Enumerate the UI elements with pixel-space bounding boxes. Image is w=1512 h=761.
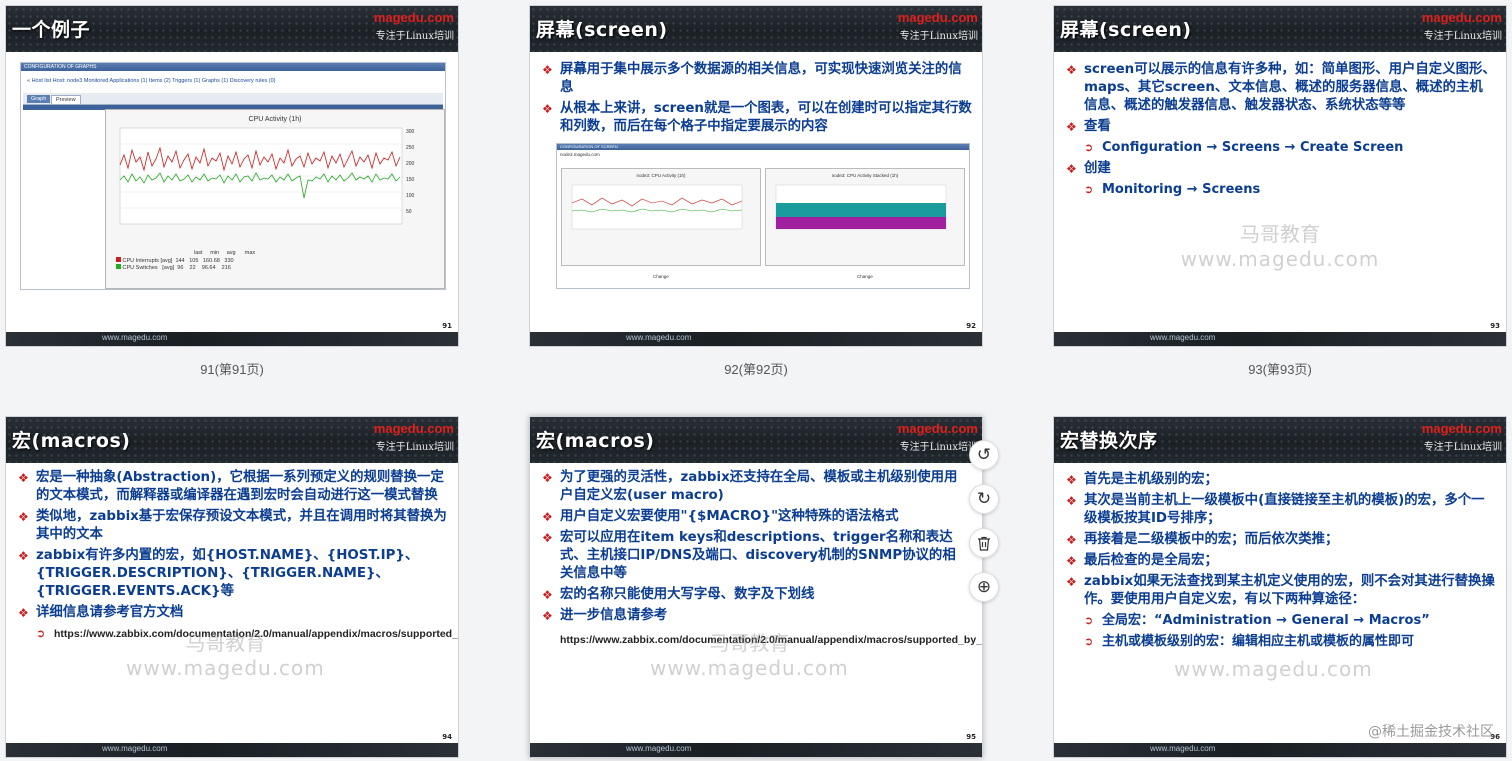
watermark: 马哥教育 www.magedu.com <box>1180 222 1380 271</box>
brand-logo: magedu.com 专注于Linux培训 <box>1421 421 1502 453</box>
page-number: 92 <box>966 322 976 330</box>
slide-title: 宏替换次序 <box>1060 430 1158 452</box>
slide-card: 屏幕(screen) magedu.com 专注于Linux培训 ❖ 屏幕用于集中… <box>529 5 983 347</box>
page-number: 94 <box>442 733 452 741</box>
page-number: 95 <box>966 733 976 741</box>
rotate-right-icon: ↻ <box>976 489 992 509</box>
slide-caption: 91(第91页) <box>200 362 264 377</box>
bullet-item: ❖ 屏幕用于集中展示多个数据源的相关信息，可实现快速浏览关注的信息 <box>542 62 962 95</box>
bullet-item: ❖ zabbix如果无法查找到某主机定义使用的宏，则不会对其进行替换操作。要使用用… <box>1066 574 1495 607</box>
slide-card: 一个例子 magedu.com 专注于Linux培训 CONFIGURATION… <box>5 5 459 347</box>
slide-header: 一个例子 magedu.com 专注于Linux培训 <box>6 6 458 52</box>
rotate-right-button[interactable]: ↻ <box>969 484 999 514</box>
site-credit: @稀土掘金技术社区 <box>1368 724 1494 740</box>
sub-bullet-item: ➲ Configuration → Screens → Create Screen <box>1084 140 1404 155</box>
bullet-item: ❖ 查看 <box>1066 119 1111 134</box>
add-button[interactable]: ⊕ <box>969 572 999 602</box>
bullet-item: ❖ 为了更强的灵活性，zabbix还支持在全局、模板或主机级别使用用户自定义宏(u… <box>542 470 958 503</box>
watermark: 马哥教育 www.magedu.com <box>650 631 849 680</box>
bullet-item: ❖ 再接着是二级模板中的宏；而后依次类推； <box>1066 532 1339 547</box>
bullet-item: ❖ 首先是主机级别的宏； <box>1066 472 1218 487</box>
sub-bullet-item: ➲ 全局宏：“Administration → General → Macros” <box>1084 613 1430 628</box>
bullet-item: ❖ 从根本上来讲，screen就是一个图表，可以在创建时可以指定其行数和列数，而后… <box>542 101 972 134</box>
slide-card: 宏替换次序 magedu.com 专注于Linux培训 ❖ 首先是主机级别的宏； … <box>1053 416 1507 758</box>
page-number: 91 <box>442 322 452 330</box>
slide-header: 屏幕(screen) magedu.com 专注于Linux培训 <box>530 6 982 52</box>
slide-header: 屏幕(screen) magedu.com 专注于Linux培训 <box>1054 6 1506 52</box>
bullet-item: ❖ 创建 <box>1066 161 1111 176</box>
page-number: 93 <box>1490 322 1500 330</box>
tab-graph: Graph <box>27 95 51 103</box>
brand-logo: magedu.com 专注于Linux培训 <box>373 10 454 42</box>
bullet-item: ❖ 宏的名称只能使用大写字母、数字及下划线 <box>542 587 815 602</box>
slide-header: 宏(macros) magedu.com 专注于Linux培训 <box>6 417 458 463</box>
slide-content: ❖ 屏幕用于集中展示多个数据源的相关信息，可实现快速浏览关注的信息 ❖ 从根本上来讲… <box>540 61 972 139</box>
slide-content: ❖ 宏是一种抽象(Abstraction)，它根据一系列预定义的规则替换一定的文本… <box>16 469 458 646</box>
y-axis-ticks: 300 250 200 150 100 50 <box>406 129 415 215</box>
brand-logo: magedu.com 专注于Linux培训 <box>897 421 978 453</box>
slide-title: 屏幕(screen) <box>1060 19 1192 41</box>
bullet-item: ❖ 类似地，zabbix基于宏保存预设文本模式，并且在调用时将其替换为其中的文本 <box>18 509 447 542</box>
tab-preview: Preview <box>51 95 81 105</box>
brand-logo: magedu.com 专注于Linux培训 <box>1421 10 1502 42</box>
slide-caption: 92(第92页) <box>724 362 788 377</box>
bullet-item: ❖ 用户自定义宏要使用"{$MACRO}"这种特殊的语法格式 <box>542 509 899 524</box>
bullet-item: ❖ 进一步信息请参考 <box>542 608 668 623</box>
slide-content: ❖ 为了更强的灵活性，zabbix还支持在全局、模板或主机级别使用用户自定义宏(u… <box>540 469 982 648</box>
slide-card: 宏(macros) magedu.com 专注于Linux培训 ❖ 为了更强的灵活… <box>529 416 983 758</box>
zabbix-screen-screenshot: CONFIGURATION OF SCREEN node3.magedu.com… <box>556 143 970 289</box>
bullet-item: ❖ 其次是当前主机上一级模板中(直接链接至主机的模板)的宏，多个一级模板按其ID号… <box>1066 493 1485 526</box>
slide-footer: www.magedu.com <box>530 743 982 757</box>
slide-title: 宏(macros) <box>12 430 131 452</box>
sub-bullet-item: ➲ 主机或模板级别的宏：编辑相应主机或模板的属性即可 <box>1084 634 1415 649</box>
add-icon: ⊕ <box>976 577 992 597</box>
slide-header: 宏(macros) magedu.com 专注于Linux培训 <box>530 417 982 463</box>
slide-card: 宏(macros) magedu.com 专注于Linux培训 ❖ 宏是一种抽象(… <box>5 416 459 758</box>
bullet-item: ❖ screen可以展示的信息有许多种，如：简单图形、用户自定义图形、maps、其… <box>1066 62 1496 113</box>
legend-row: CPU Interrupts [avg] 144 105 160.68 330 <box>116 257 234 264</box>
slide-footer: www.magedu.com <box>6 332 458 346</box>
slide-caption: 93(第93页) <box>1248 362 1312 377</box>
watermark: www.magedu.com <box>1174 657 1373 681</box>
slide-title: 宏(macros) <box>536 430 655 452</box>
slide-card: 屏幕(screen) magedu.com 专注于Linux培训 ❖ screen… <box>1053 5 1507 347</box>
bullet-item: ❖ 宏可以应用在item keys和descriptions、trigger名称和… <box>542 530 956 581</box>
slide-title: 一个例子 <box>12 19 91 41</box>
graph-panel: CPU Activity (1h) 300 250 200 150 100 50… <box>105 109 445 289</box>
slide-content: ❖ screen可以展示的信息有许多种，如：简单图形、用户自定义图形、maps、其… <box>1064 61 1496 202</box>
breadcrumb: « Host list Host: node3 Monitored Applic… <box>27 78 276 84</box>
slide-footer: www.magedu.com <box>1054 743 1506 757</box>
rotate-left-button[interactable]: ↺ <box>969 440 999 470</box>
slide-grid: 一个例子 magedu.com 专注于Linux培训 CONFIGURATION… <box>0 0 1512 761</box>
sub-bullet-item: ➲ Monitoring → Screens <box>1084 182 1261 197</box>
slide-footer: www.magedu.com <box>530 332 982 346</box>
screen-cell-right: node3: CPU Activity Stacked (1h) <box>765 168 965 266</box>
bullet-item: ❖ 详细信息请参考官方文档 <box>18 605 184 620</box>
zabbix-graph-screenshot: CONFIGURATION OF GRAPHS « Host list Host… <box>20 62 446 290</box>
slide-content: ❖ 首先是主机级别的宏； ❖ 其次是当前主机上一级模板中(直接链接至主机的模板)的宏… <box>1064 471 1496 654</box>
slide-footer: www.magedu.com <box>6 743 458 757</box>
bullet-item: ❖ 最后检查的是全局宏； <box>1066 553 1218 568</box>
bullet-item: ❖ 宏是一种抽象(Abstraction)，它根据一系列预定义的规则替换一定的文本… <box>18 470 444 503</box>
slide-header: 宏替换次序 magedu.com 专注于Linux培训 <box>1054 417 1506 463</box>
slide-title: 屏幕(screen) <box>536 19 668 41</box>
legend-row: CPU Switches [avg] 96 22 96.64 216 <box>116 264 231 271</box>
brand-logo: magedu.com 专注于Linux培训 <box>373 421 454 453</box>
watermark: 马哥教育 www.magedu.com <box>126 631 325 680</box>
slide-toolbar: ↺ ↻ ⊕ <box>969 440 999 616</box>
rotate-left-icon: ↺ <box>976 445 992 465</box>
bullet-item: ❖ zabbix有许多内置的宏，如{HOST.NAME}、{HOST.IP}、{T… <box>18 548 419 599</box>
delete-button[interactable] <box>969 528 999 558</box>
delete-icon <box>978 536 990 551</box>
brand-logo: magedu.com 专注于Linux培训 <box>897 10 978 42</box>
screen-cell-left: node3: CPU Activity (1h) <box>561 168 761 266</box>
slide-footer: www.magedu.com <box>1054 332 1506 346</box>
